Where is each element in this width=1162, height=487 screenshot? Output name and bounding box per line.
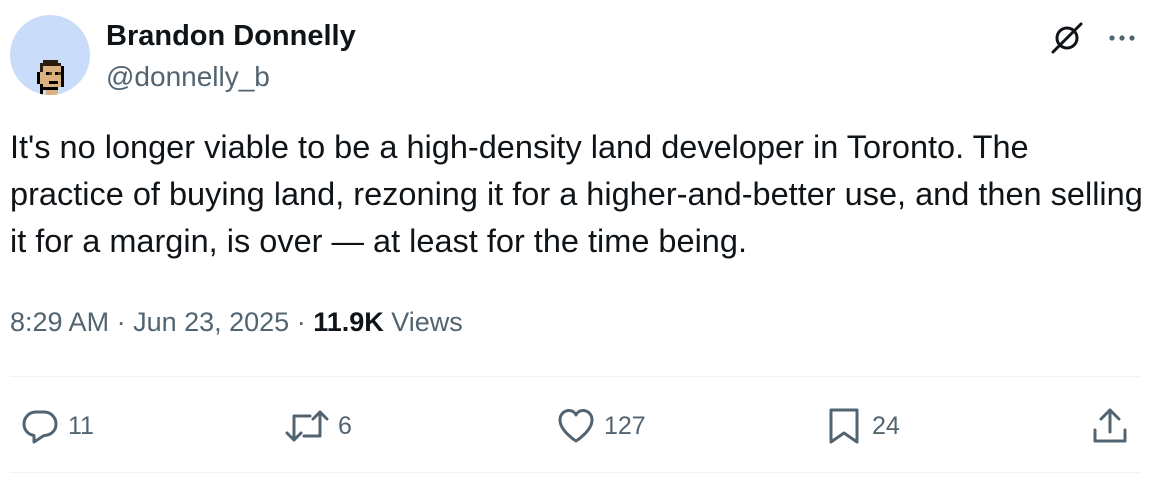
avatar[interactable] bbox=[10, 15, 90, 95]
tweet-meta: 8:29 AM · Jun 23, 2025 · 11.9K Views bbox=[10, 304, 463, 340]
views-label: Views bbox=[383, 307, 463, 337]
like-count: 127 bbox=[604, 412, 646, 440]
meta-separator: · bbox=[109, 307, 134, 337]
views-count: 11.9K bbox=[313, 307, 384, 337]
repost-icon bbox=[285, 410, 329, 442]
reply-icon bbox=[22, 410, 58, 444]
reply-count: 11 bbox=[68, 412, 94, 440]
grok-icon[interactable] bbox=[1049, 20, 1085, 56]
author-handle[interactable]: @donnelly_b bbox=[106, 59, 270, 95]
tweet-card: Brandon Donnelly @donnelly_b It's no lon… bbox=[0, 0, 1162, 487]
divider bbox=[10, 472, 1140, 473]
more-horizontal-icon[interactable] bbox=[1104, 20, 1140, 56]
tweet-date[interactable]: Jun 23, 2025 bbox=[133, 307, 289, 337]
tweet-time[interactable]: 8:29 AM bbox=[10, 307, 109, 337]
bookmark-count: 24 bbox=[872, 412, 900, 440]
bookmark-icon bbox=[829, 408, 859, 444]
author-name[interactable]: Brandon Donnelly bbox=[106, 18, 356, 54]
meta-separator: · bbox=[289, 307, 314, 337]
heart-icon bbox=[558, 409, 594, 443]
repost-count: 6 bbox=[338, 412, 352, 440]
like-button[interactable]: 127 bbox=[556, 406, 646, 446]
bookmark-button[interactable]: 24 bbox=[824, 406, 900, 446]
pixel-punk-avatar-icon bbox=[37, 60, 64, 95]
share-button[interactable] bbox=[1090, 406, 1130, 446]
tweet-text: It's no longer viable to be a high-densi… bbox=[10, 129, 1143, 259]
reply-button[interactable]: 11 bbox=[20, 406, 94, 446]
repost-button[interactable]: 6 bbox=[284, 406, 352, 446]
divider bbox=[10, 376, 1140, 377]
share-icon bbox=[1093, 408, 1127, 443]
